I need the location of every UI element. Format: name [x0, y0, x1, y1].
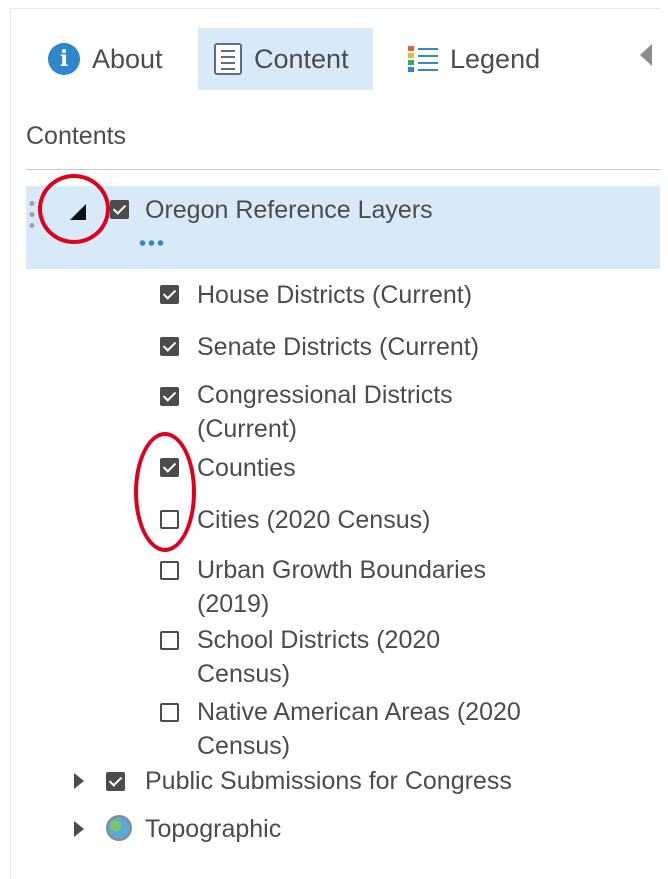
layer-label[interactable]: Congressional Districts: [197, 378, 453, 412]
tab-legend[interactable]: Legend: [408, 28, 540, 90]
globe-icon: [106, 815, 132, 841]
drag-handle-icon[interactable]: [29, 198, 35, 230]
panel-left-border: [10, 8, 11, 879]
panel-top-border: [10, 8, 660, 9]
layer-label-continued[interactable]: Census): [197, 657, 290, 691]
layer-checkbox[interactable]: [160, 561, 179, 580]
layer-label-continued[interactable]: (Current): [197, 412, 297, 446]
layer-checkbox[interactable]: [160, 337, 179, 356]
layer-checkbox[interactable]: [160, 510, 179, 529]
annotation-circle: [134, 432, 196, 552]
layer-label[interactable]: Urban Growth Boundaries: [197, 553, 486, 587]
expand-toggle-icon[interactable]: [70, 204, 86, 220]
layer-label-continued[interactable]: (2019): [197, 587, 269, 621]
layer-checkbox[interactable]: [106, 772, 125, 791]
collapse-panel-icon[interactable]: [640, 44, 652, 66]
layer-group-label: Oregon Reference Layers: [145, 196, 433, 224]
legend-icon: [408, 44, 438, 74]
layer-label[interactable]: Public Submissions for Congress: [145, 764, 512, 798]
layer-label[interactable]: Topographic: [145, 812, 281, 846]
tab-about-label: About: [92, 43, 163, 74]
layer-checkbox[interactable]: [160, 631, 179, 650]
content-list-icon: [214, 43, 242, 75]
contents-heading: Contents: [26, 122, 127, 150]
layer-label[interactable]: Senate Districts (Current): [197, 330, 479, 364]
layer-label[interactable]: House Districts (Current): [197, 278, 472, 312]
layer-label-continued[interactable]: Census): [197, 729, 290, 763]
layer-label[interactable]: Cities (2020 Census): [197, 503, 430, 537]
layer-checkbox[interactable]: [110, 200, 129, 219]
divider: [26, 169, 660, 170]
info-icon: i: [48, 43, 80, 75]
tab-legend-label: Legend: [450, 43, 541, 74]
tab-about[interactable]: i About: [48, 28, 163, 90]
layer-label[interactable]: School Districts (2020: [197, 623, 440, 657]
expand-toggle-icon[interactable]: [74, 773, 84, 789]
layer-checkbox[interactable]: [160, 703, 179, 722]
layer-label[interactable]: Counties: [197, 451, 296, 485]
layer-checkbox[interactable]: [160, 458, 179, 477]
layer-label[interactable]: Native American Areas (2020: [197, 695, 521, 729]
layer-group-oregon-reference[interactable]: Oregon Reference Layers: [26, 186, 660, 269]
layer-checkbox[interactable]: [160, 285, 179, 304]
layer-checkbox[interactable]: [160, 387, 179, 406]
more-options-icon[interactable]: [138, 240, 166, 246]
expand-toggle-icon[interactable]: [74, 821, 84, 837]
tab-content-label: Content: [254, 43, 349, 74]
tab-content[interactable]: Content: [198, 28, 373, 90]
